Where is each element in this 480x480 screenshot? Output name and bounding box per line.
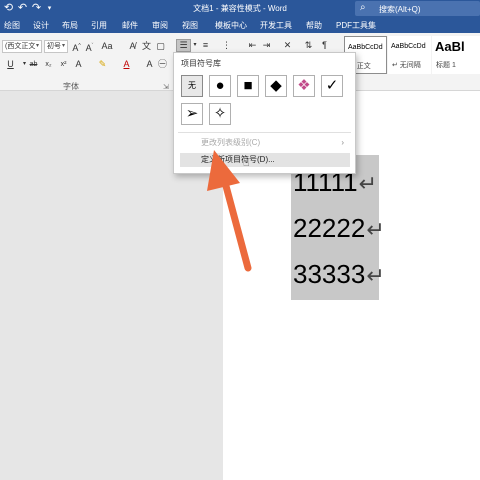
bullet-filled-circle[interactable]: ● (209, 75, 231, 97)
multilevel-list-icon[interactable]: ⋮ (220, 39, 233, 52)
tab-review[interactable]: 审阅 (152, 20, 168, 31)
font-size-value: 初号 (47, 43, 61, 50)
font-size-combo[interactable]: 初号 ▾ (44, 40, 68, 53)
chevron-right-icon: › (341, 138, 344, 147)
text-effects-icon[interactable]: A (72, 58, 85, 71)
bullet-checkmark[interactable]: ✓ (321, 75, 343, 97)
tab-draw[interactable]: 绘图 (4, 20, 20, 31)
increase-indent-icon[interactable]: ⇥ (260, 39, 273, 52)
bullet-arrowhead[interactable]: ➢ (181, 103, 203, 125)
tab-mailings[interactable]: 邮件 (122, 20, 138, 31)
shrink-font-icon[interactable]: Aˇ (83, 40, 96, 53)
style-heading-1[interactable]: AaBl 标题 1 (432, 36, 480, 74)
font-color-icon[interactable]: A (120, 58, 133, 71)
menu-separator (178, 132, 351, 133)
superscript-icon[interactable]: x² (57, 58, 70, 71)
tab-view[interactable]: 视图 (182, 20, 198, 31)
tab-layout[interactable]: 布局 (62, 20, 78, 31)
font-name-combo[interactable]: (西文正文 ▾ (2, 40, 42, 53)
change-case-icon[interactable]: Aa (99, 40, 115, 53)
bullet-library-title: 项目符号库 (181, 59, 221, 68)
ribbon-tabs: 绘图 设计 布局 引用 邮件 审阅 视图 模板中心 开发工具 帮助 PDF工具集 (0, 18, 480, 33)
title-bar: ⟲ ↶ ↷ ▾ 文档1 - 兼容性模式 - Word ⌕ 搜索(Alt+Q) (0, 0, 480, 18)
tab-pdf-tools[interactable]: PDF工具集 (336, 20, 376, 31)
tab-developer[interactable]: 开发工具 (260, 20, 292, 31)
paragraph-mark-icon: ↵ (366, 263, 385, 288)
grow-font-icon[interactable]: A^ (70, 40, 83, 53)
bullet-four-point-star[interactable]: ✧ (209, 103, 231, 125)
tab-references[interactable]: 引用 (91, 20, 107, 31)
bullet-filled-square[interactable]: ■ (237, 75, 259, 97)
search-placeholder: 搜索(Alt+Q) (379, 5, 421, 14)
doc-line-3[interactable]: 33333↵ (293, 259, 385, 291)
chevron-down-icon: ▾ (61, 43, 65, 49)
numbering-icon[interactable]: ≡ (199, 39, 212, 52)
decrease-indent-icon[interactable]: ⇤ (246, 39, 259, 52)
strikethrough-icon[interactable]: ab (27, 58, 40, 71)
styles-gallery: AaBbCcDd ↵ 正文 AaBbCcDd ↵ 无间隔 AaBl 标题 1 (344, 36, 480, 74)
style-no-spacing[interactable]: AaBbCcDd ↵ 无间隔 (388, 36, 431, 74)
paragraph-mark-icon: ↵ (358, 171, 378, 196)
bullets-button[interactable]: ☰ (176, 39, 191, 52)
search-icon: ⌕ (360, 2, 366, 13)
chinese-layout-icon[interactable]: ✕ (281, 39, 294, 52)
bullet-library-dropdown: 项目符号库 无 ● ■ ◆ ❖ ✓ ➢ ✧ 更改列表级别(C) › 定义新项目符… (173, 52, 356, 174)
clear-formatting-icon[interactable]: A̸ (126, 40, 139, 53)
chevron-down-icon: ▾ (35, 43, 39, 49)
sort-icon[interactable]: ⇅ (302, 39, 315, 52)
chevron-down-icon[interactable]: ▾ (191, 39, 199, 52)
enclose-characters-icon[interactable]: ㊀ (156, 58, 169, 71)
show-marks-icon[interactable]: ¶ (318, 39, 331, 52)
underline-icon[interactable]: U (4, 58, 17, 71)
bullet-four-diamond[interactable]: ❖ (293, 75, 315, 97)
hand-cursor-icon: ☝ (243, 157, 250, 169)
font-name-value: (西文正文 (5, 43, 36, 50)
define-new-bullet-item[interactable]: 定义新项目符号(D)... (180, 153, 350, 167)
subscript-icon[interactable]: x₂ (42, 58, 55, 71)
tab-template-center[interactable]: 模板中心 (215, 20, 247, 31)
character-border-icon[interactable]: ▢ (154, 40, 167, 53)
tab-help[interactable]: 帮助 (306, 20, 322, 31)
bullet-none[interactable]: 无 (181, 75, 203, 97)
bullet-diamond[interactable]: ◆ (265, 75, 287, 97)
doc-line-2[interactable]: 22222↵ (293, 213, 385, 245)
highlight-color-icon[interactable]: ✎ (96, 58, 109, 71)
paragraph-mark-icon: ↵ (366, 217, 385, 242)
phonetic-guide-icon[interactable]: 文 (140, 40, 153, 53)
dialog-launcher-icon[interactable]: ⇲ (163, 83, 169, 91)
character-shading-icon[interactable]: A (143, 58, 156, 71)
tab-design[interactable]: 设计 (33, 20, 49, 31)
change-list-level-item[interactable]: 更改列表级别(C) › (180, 136, 350, 150)
search-box[interactable]: ⌕ 搜索(Alt+Q) (355, 1, 480, 16)
